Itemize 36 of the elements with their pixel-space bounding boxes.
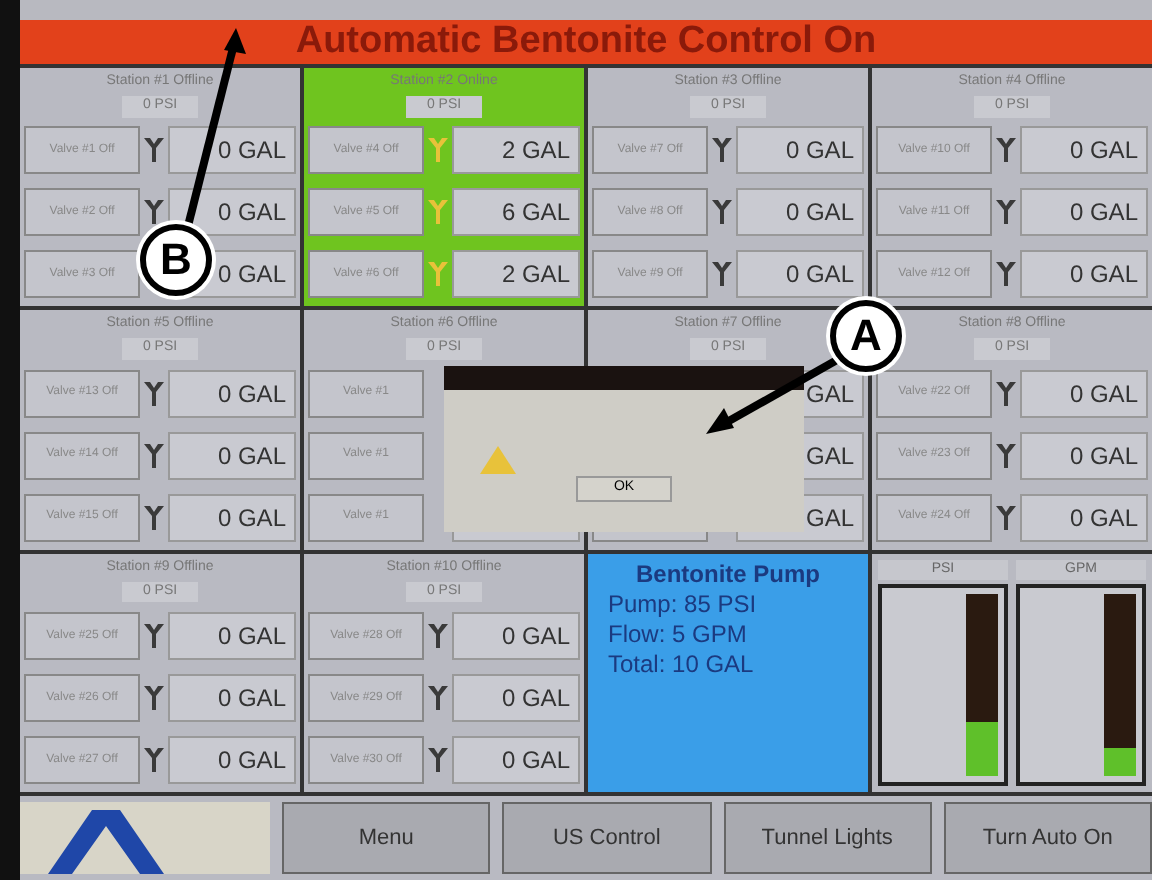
gallons-display: 0 GAL [168,736,296,785]
gallons-display: 0 GAL [168,612,296,661]
callout-label: A [830,300,902,372]
gallons-display: 0 GAL [452,612,580,661]
gallons-display: 0 GAL [168,674,296,723]
gallons-display: 0 GAL [452,674,580,723]
pump-reading: Flow: 5 GPM [608,619,749,650]
gallons-display: 0 GAL [736,188,864,237]
gallons-display: 6 GAL [452,188,580,237]
gallons-display: 0 GAL [1020,369,1148,418]
pump-title: Bentonite Pump [634,559,822,590]
gallons-display: 0 GAL [1020,493,1148,542]
warning-icon [480,446,516,474]
gallons-display: 2 GAL [452,250,580,299]
gallons-display: 2 GAL [452,126,580,175]
gallons-display: 0 GAL [1020,250,1148,299]
screen-title: Automatic Bentonite Control On [20,20,1152,64]
menu-button[interactable]: Turn Auto On [943,802,1152,874]
gallons-display: 0 GAL [168,126,296,175]
gallons-display: 0 GAL [168,188,296,237]
pump-reading: Pump: 85 PSI [608,589,759,620]
gallons-display: 0 GAL [736,126,864,175]
callout-label: B [140,224,212,296]
gallons-display: 0 GAL [168,431,296,480]
gallons-display: 0 GAL [1020,431,1148,480]
menu-button[interactable]: Menu [282,802,491,874]
pump-reading: Total: 10 GAL [608,649,756,680]
gallons-display: 0 GAL [168,369,296,418]
menu-button[interactable]: US Control [502,802,711,874]
gallons-display: 0 GAL [168,493,296,542]
gallons-display: 0 GAL [1020,188,1148,237]
gallons-display: 0 GAL [736,250,864,299]
logo-icon [48,810,164,874]
menu-button[interactable]: Tunnel Lights [723,802,932,874]
gallons-display: 0 GAL [452,736,580,785]
gallons-display: 0 GAL [1020,126,1148,175]
